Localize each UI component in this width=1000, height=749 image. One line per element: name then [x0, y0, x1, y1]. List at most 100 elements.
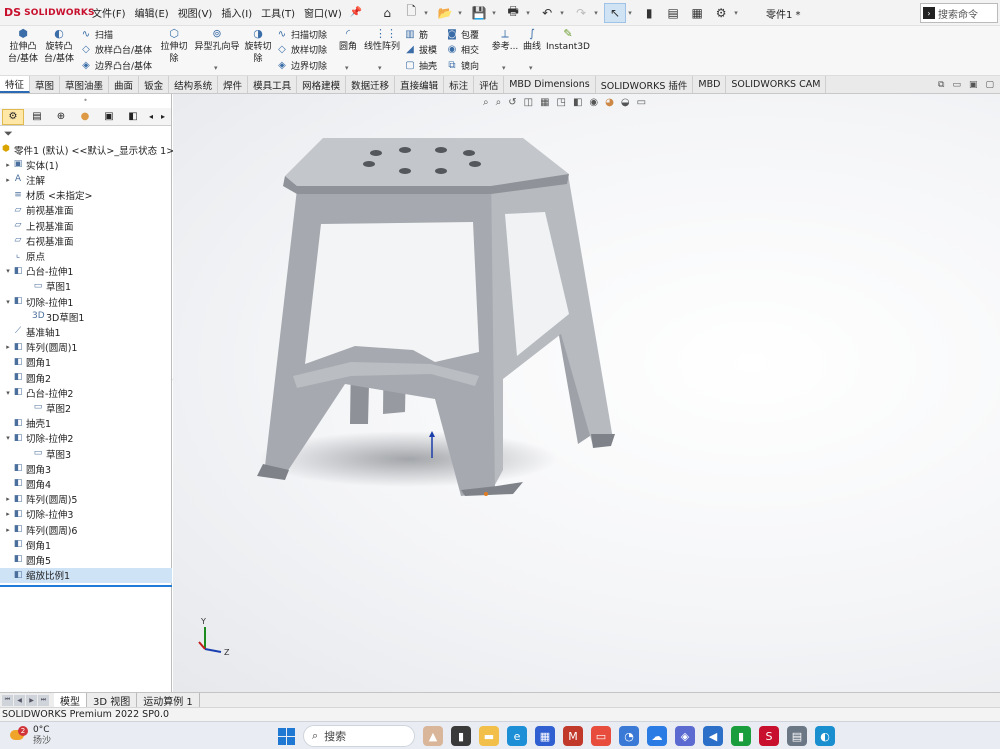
expand-arrow-icon[interactable]: ▸: [4, 495, 12, 503]
expand-arrow-icon[interactable]: ▸: [4, 510, 12, 518]
boundary-boss-button[interactable]: ◈ 边界凸台/基体: [80, 59, 152, 73]
rollback-bar[interactable]: [0, 584, 172, 587]
draft-button[interactable]: ◢ 拔模: [404, 43, 437, 57]
menu-edit[interactable]: 编辑(E): [135, 5, 169, 20]
chevron-down-icon[interactable]: ▾: [628, 9, 636, 17]
tab-motion-study[interactable]: 运动算例 1: [137, 692, 200, 708]
tile-window-icon[interactable]: ▣: [969, 80, 978, 90]
tree-node[interactable]: ▭ 草图3: [0, 446, 172, 461]
tab-evaluate[interactable]: 评估: [474, 76, 505, 93]
tree-node[interactable]: ▸ ◧ 阵列(圆周)6: [0, 522, 172, 537]
tree-node[interactable]: ▱ 前视基准面: [0, 203, 172, 218]
loft-cut-button[interactable]: ◇ 放样切除: [276, 43, 327, 57]
store-app-icon[interactable]: ▦: [535, 726, 555, 746]
chevron-down-icon[interactable]: ▾: [492, 9, 500, 17]
solidworks-logo[interactable]: DS SOLIDWORKS: [0, 6, 95, 19]
property-manager-tab-icon[interactable]: ▤: [26, 109, 48, 125]
feature-tree-tab-icon[interactable]: ⚙: [2, 108, 24, 125]
minimize-window-icon[interactable]: ▭: [952, 80, 961, 90]
task-view-icon[interactable]: ▮: [451, 726, 471, 746]
revolve-cut-button[interactable]: ◑ 旋转切 除: [242, 28, 274, 65]
edge-browser-icon[interactable]: e: [507, 726, 527, 746]
menu-file[interactable]: 文件(F): [92, 5, 126, 20]
calculator-app-icon[interactable]: ▤: [787, 726, 807, 746]
red-app-icon[interactable]: ▭: [591, 726, 611, 746]
menu-window[interactable]: 窗口(W): [304, 5, 342, 20]
windows-start-icon[interactable]: [278, 727, 295, 745]
menu-view[interactable]: 视图(V): [178, 5, 213, 20]
tabs-scroll-right-icon[interactable]: ▸: [158, 109, 168, 125]
reference-dropdown-icon[interactable]: ▾: [502, 64, 506, 72]
cloud-app-icon[interactable]: ☁: [647, 726, 667, 746]
linear-pattern-dropdown-icon[interactable]: ▾: [378, 64, 382, 72]
tree-node[interactable]: ▸ A 注解: [0, 172, 172, 187]
previous-tab-icon[interactable]: ◀: [14, 694, 25, 706]
extrude-boss-button[interactable]: ⬢ 拉伸凸 台/基体: [6, 28, 40, 65]
file-explorer-icon[interactable]: ▬: [479, 726, 499, 746]
tree-node[interactable]: 3D 3D草图1: [0, 309, 172, 324]
tree-node[interactable]: ⌞ 原点: [0, 248, 172, 263]
fillet-button[interactable]: ◜ 圆角: [336, 28, 360, 53]
hole-wizard-button[interactable]: ⊚ 异型孔向导: [192, 28, 242, 53]
chevron-down-icon[interactable]: ▾: [424, 9, 432, 17]
revolve-boss-button[interactable]: ◐ 旋转凸 台/基体: [42, 28, 76, 65]
tree-node[interactable]: ▭ 草图2: [0, 400, 172, 415]
tab-structure-system[interactable]: 结构系统: [169, 76, 219, 93]
tab-solidworks-cam[interactable]: SOLIDWORKS CAM: [726, 76, 827, 93]
tree-node[interactable]: ▸ ◧ 切除-拉伸3: [0, 507, 172, 522]
tree-node[interactable]: ◧ 圆角2: [0, 370, 172, 385]
tab-solidworks-addins[interactable]: SOLIDWORKS 插件: [596, 76, 694, 93]
last-tab-icon[interactable]: ⏭: [38, 694, 49, 706]
tree-node[interactable]: ▾ ◧ 切除-拉伸1: [0, 294, 172, 309]
tree-node[interactable]: ⟋ 基准轴1: [0, 324, 172, 339]
tab-sheet-metal[interactable]: 钣金: [139, 76, 170, 93]
chevron-down-icon[interactable]: ▾: [560, 9, 568, 17]
tab-features[interactable]: 特征: [0, 76, 31, 93]
tree-node[interactable]: ≡ 材质 <未指定>: [0, 188, 172, 203]
collapse-arrow-icon[interactable]: ▾: [4, 298, 12, 306]
open-icon[interactable]: 📂: [434, 3, 456, 23]
menu-tools[interactable]: 工具(T): [261, 5, 295, 20]
collapse-arrow-icon[interactable]: ▾: [4, 434, 12, 442]
chevron-down-icon[interactable]: ▾: [458, 9, 466, 17]
blue-app-icon[interactable]: ◐: [815, 726, 835, 746]
green-app-icon[interactable]: ▮: [731, 726, 751, 746]
expand-arrow-icon[interactable]: ▸: [4, 161, 12, 169]
linear-pattern-button[interactable]: ⋮⋮ 线性阵列: [362, 28, 402, 53]
tree-node[interactable]: ▾ ◧ 凸台-拉伸2: [0, 385, 172, 400]
expand-arrow-icon[interactable]: ▸: [4, 176, 12, 184]
vscode-app-icon[interactable]: ◀: [703, 726, 723, 746]
reference-geometry-button[interactable]: ⟂ 参考...: [490, 28, 520, 53]
taskbar-search-box[interactable]: ⌕ 搜索: [303, 725, 415, 747]
tree-root-part[interactable]: ⬢ 零件1 (默认) <<默认>_显示状态 1>: [0, 142, 174, 157]
tree-node[interactable]: ▱ 右视基准面: [0, 233, 172, 248]
save-icon[interactable]: 💾: [468, 3, 490, 23]
redo-icon[interactable]: ↷: [570, 3, 592, 23]
dev-app-icon[interactable]: ◈: [675, 726, 695, 746]
undo-icon[interactable]: ↶: [536, 3, 558, 23]
tree-node[interactable]: ▱ 上视基准面: [0, 218, 172, 233]
appearance-tab-icon[interactable]: ●: [74, 109, 96, 125]
tab-mesh-modeling[interactable]: 网格建模: [297, 76, 347, 93]
tab-markup[interactable]: 标注: [444, 76, 475, 93]
tree-node[interactable]: ◧ 抽壳1: [0, 416, 172, 431]
tab-data-migration[interactable]: 数据迁移: [346, 76, 396, 93]
tab-mold-tools[interactable]: 模具工具: [248, 76, 298, 93]
tree-node[interactable]: ▾ ◧ 切除-拉伸2: [0, 431, 172, 446]
shell-button[interactable]: ▢ 抽壳: [404, 59, 437, 73]
next-tab-icon[interactable]: ▶: [26, 694, 37, 706]
tab-model[interactable]: 模型: [54, 692, 87, 708]
chevron-down-icon[interactable]: ▾: [594, 9, 602, 17]
new-document-icon[interactable]: 🗋: [400, 3, 422, 23]
print-icon[interactable]: 🖶: [502, 3, 524, 23]
expand-arrow-icon[interactable]: ▸: [4, 343, 12, 351]
expand-arrow-icon[interactable]: ▸: [4, 526, 12, 534]
tab-3d-views[interactable]: 3D 视图: [87, 692, 138, 708]
curves-dropdown-icon[interactable]: ▾: [529, 64, 533, 72]
tab-mbd[interactable]: MBD: [693, 76, 727, 93]
menu-insert[interactable]: 插入(I): [221, 5, 252, 20]
chevron-down-icon[interactable]: ▾: [526, 9, 534, 17]
home-icon[interactable]: ⌂: [376, 3, 398, 23]
widgets-app-icon[interactable]: ▲: [423, 726, 443, 746]
display-manager-tab-icon[interactable]: ◧: [122, 109, 144, 125]
